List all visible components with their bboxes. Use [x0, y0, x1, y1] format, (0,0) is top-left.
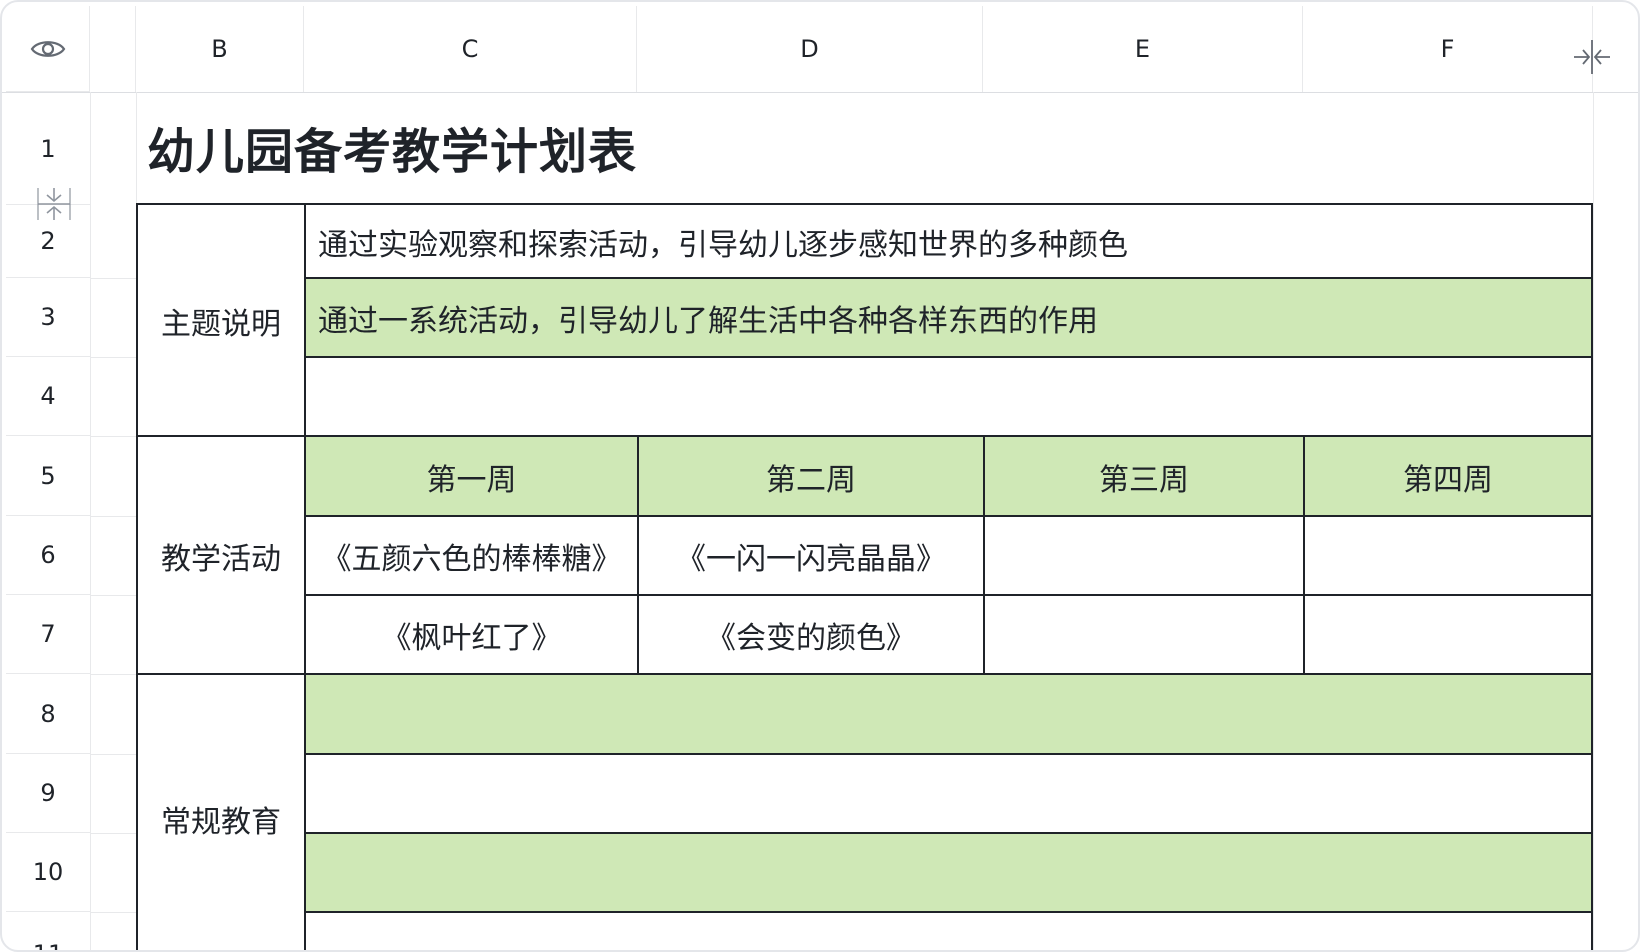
activity-cell[interactable]: 《枫叶红了》: [304, 594, 637, 674]
row-header-11[interactable]: 11: [6, 912, 90, 950]
routine-row-3[interactable]: [304, 832, 1591, 912]
theme-row-3[interactable]: [304, 356, 1591, 436]
routine-row-4[interactable]: [304, 911, 1591, 950]
week-header-1[interactable]: 第一周: [304, 435, 637, 516]
row-header-5[interactable]: 5: [6, 436, 90, 516]
activity-cell[interactable]: 《会变的颜色》: [637, 594, 983, 674]
column-header-d[interactable]: D: [637, 6, 983, 92]
row-header-7[interactable]: 7: [6, 595, 90, 674]
sheet-title[interactable]: 幼儿园备考教学计划表: [147, 112, 637, 182]
grid-line: [90, 674, 136, 675]
column-header-a[interactable]: [90, 6, 136, 92]
column-header-f[interactable]: F: [1303, 6, 1593, 92]
week-header-2[interactable]: 第二周: [637, 435, 983, 516]
grid-line: [90, 92, 91, 950]
eye-icon[interactable]: [30, 37, 66, 61]
row-header-8[interactable]: 8: [6, 674, 90, 754]
corner-header: [6, 6, 90, 92]
activity-cell[interactable]: 《五颜六色的棒棒糖》: [304, 515, 637, 595]
row-header-6[interactable]: 6: [6, 516, 90, 595]
row-header-3[interactable]: 3: [6, 278, 90, 357]
routine-label-cell[interactable]: 常规教育: [138, 673, 304, 950]
grid-line: [90, 278, 136, 279]
week-header-4[interactable]: 第四周: [1303, 435, 1591, 516]
week-header-3[interactable]: 第三周: [983, 435, 1303, 516]
activity-label-cell[interactable]: 教学活动: [138, 435, 304, 674]
grid-line: [1593, 92, 1594, 950]
grid-line: [90, 912, 136, 913]
routine-row-2[interactable]: [304, 753, 1591, 833]
row-header-9[interactable]: 9: [6, 754, 90, 833]
grid-line: [90, 595, 136, 596]
column-header-e[interactable]: E: [983, 6, 1303, 92]
theme-label-cell[interactable]: 主题说明: [138, 205, 304, 436]
activity-cell[interactable]: [1303, 594, 1591, 674]
activity-cell[interactable]: 《一闪一闪亮晶晶》: [637, 515, 983, 595]
activity-cell[interactable]: [983, 515, 1303, 595]
grid-line: [90, 357, 136, 358]
row-resize-icon[interactable]: [36, 186, 72, 222]
activity-cell[interactable]: [1303, 515, 1591, 595]
grid-line: [136, 92, 137, 204]
theme-row-1[interactable]: 通过实验观察和探索活动，引导幼儿逐步感知世界的多种颜色: [304, 205, 1591, 278]
grid-line: [90, 516, 136, 517]
routine-row-1[interactable]: [304, 673, 1591, 754]
grid-line: [90, 833, 136, 834]
header-divider: [2, 92, 1638, 93]
activity-cell[interactable]: [983, 594, 1303, 674]
row-header-4[interactable]: 4: [6, 357, 90, 436]
row-header-10[interactable]: 10: [6, 833, 90, 912]
grid-line: [90, 436, 136, 437]
column-header-b[interactable]: B: [136, 6, 304, 92]
collapse-columns-icon[interactable]: [1572, 38, 1612, 76]
spreadsheet-window: B C D E F 1 2 3 4 5 6 7 8 9 10 11: [0, 0, 1640, 952]
grid-line: [90, 754, 136, 755]
column-header-c[interactable]: C: [304, 6, 637, 92]
theme-row-2[interactable]: 通过一系统活动，引导幼儿了解生活中各种各样东西的作用: [304, 277, 1591, 357]
